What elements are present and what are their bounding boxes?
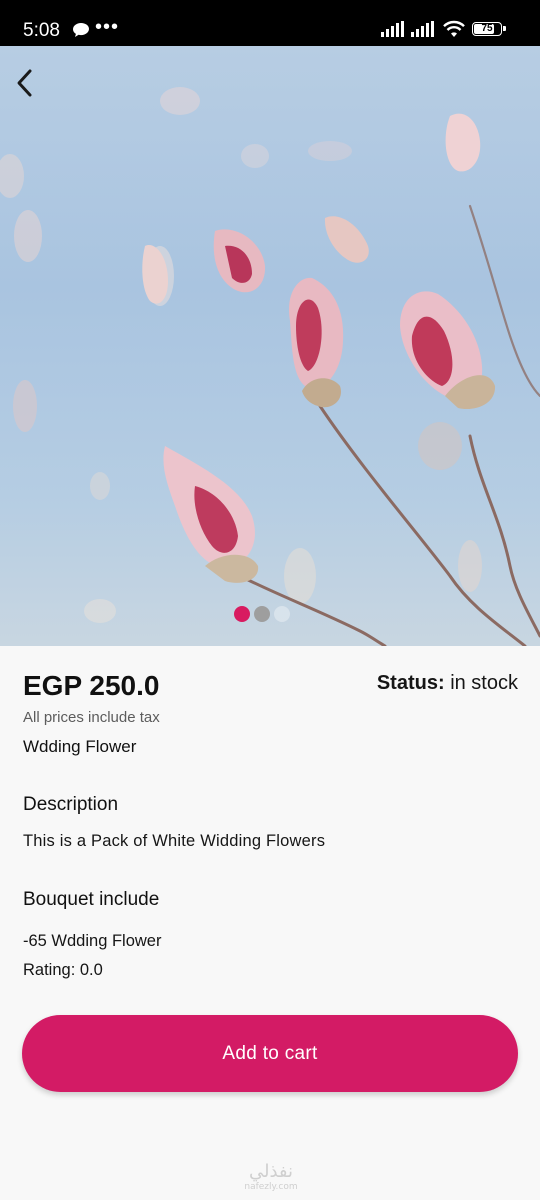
chat-bubble-icon [73, 23, 89, 37]
signal-icon [411, 21, 434, 37]
carousel-page-indicator [234, 606, 290, 622]
more-notifications-icon: ••• [95, 16, 120, 38]
add-to-cart-button[interactable]: Add to cart [22, 1015, 518, 1092]
watermark-arabic: نفذلي [248, 1161, 294, 1182]
product-name: Wdding Flower [23, 737, 137, 756]
description-text: This is a Pack of White Widding Flowers [23, 832, 326, 850]
tax-note: All prices include tax [23, 709, 160, 726]
battery-icon: 75 [472, 22, 506, 36]
product-photo [0, 87, 540, 646]
battery-level: 75 [481, 23, 493, 34]
product-price: EGP 250.0 [23, 670, 160, 701]
stock-status-value: in stock [450, 672, 518, 694]
carousel-dot[interactable] [274, 606, 290, 622]
back-button[interactable] [14, 68, 58, 112]
carousel-dot-active[interactable] [234, 606, 250, 622]
back-arrow-icon [17, 69, 32, 97]
bouquet-item: -65 Wdding Flower [23, 932, 162, 950]
product-rating: Rating: 0.0 [23, 961, 103, 979]
stock-status-label: Status: [376, 672, 445, 694]
stock-status: Status: in stock [377, 672, 518, 695]
wifi-icon [443, 20, 465, 37]
status-time: 5:08 [23, 20, 60, 41]
description-heading: Description [23, 794, 119, 815]
status-bar: 5:08 ••• 75 [0, 0, 540, 46]
signal-icon [381, 21, 404, 37]
watermark-latin: nafezly.com [244, 1182, 298, 1192]
product-image-carousel[interactable] [0, 46, 540, 646]
bouquet-heading: Bouquet include [23, 889, 160, 910]
watermark-logo: نفذلي nafezly.com [232, 1161, 310, 1193]
carousel-dot[interactable] [254, 606, 270, 622]
